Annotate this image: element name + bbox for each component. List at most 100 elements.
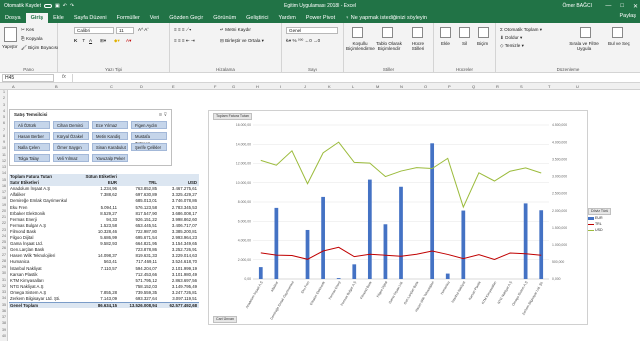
sort-filter-icon[interactable] xyxy=(580,27,591,38)
row-header[interactable]: 24 xyxy=(0,234,8,238)
column-header[interactable]: S xyxy=(520,83,523,90)
tab-6[interactable]: Gözden Geçir xyxy=(164,13,208,23)
column-header[interactable]: R xyxy=(496,83,499,90)
row-header[interactable]: 3 xyxy=(0,103,8,107)
cell-styles-icon[interactable] xyxy=(412,27,423,38)
save-icon[interactable]: ▣ xyxy=(55,3,60,9)
delete-cells-icon[interactable] xyxy=(459,27,470,38)
column-header[interactable]: T xyxy=(548,83,550,90)
row-header[interactable]: 26 xyxy=(0,246,8,250)
column-header[interactable]: K xyxy=(328,83,331,90)
minimize-button[interactable]: — xyxy=(605,3,611,10)
pivot-total-row[interactable]: Genel Toplam 86.634,15 13.526.008,94 62.577… xyxy=(9,302,199,309)
legend-filter-pill[interactable]: Döviz Türü xyxy=(588,208,612,215)
align-left-icon[interactable]: ≡ ≡ ≡ ⇤ ⇥ xyxy=(174,38,195,44)
align-top-icon[interactable]: ≡ ≡ ≡ ⟋▾ xyxy=(174,27,191,32)
find-select-icon[interactable] xyxy=(612,27,623,38)
column-header[interactable]: U xyxy=(576,83,579,90)
row-header[interactable]: 7 xyxy=(0,128,8,132)
tab-1[interactable]: Giriş xyxy=(25,13,49,23)
maximize-button[interactable]: □ xyxy=(620,3,624,10)
slicer-filter-icon[interactable]: ≋ ⊽ xyxy=(159,112,167,118)
format-painter-button[interactable]: 🖌 Biçim Boyacısı xyxy=(21,45,58,51)
tab-11[interactable]: ♀ Ne yapmak istediğinizi söyleyin xyxy=(340,13,432,23)
column-header[interactable]: P xyxy=(448,83,451,90)
row-header[interactable]: 18 xyxy=(0,196,8,200)
currency-icon[interactable]: ₺▾ % ⁰⁰⁰ ←0 →0 xyxy=(286,38,320,44)
share-button[interactable]: Paylaş xyxy=(619,13,636,19)
autosum-button[interactable]: Σ Otomatik Toplam ▾ xyxy=(500,27,542,33)
pivot-chart[interactable]: 0,00 2.000,00 4.000,00 6.000,00 8.000,00 10.0… xyxy=(208,110,612,325)
row-header[interactable]: 34 xyxy=(0,296,8,300)
column-header[interactable]: Q xyxy=(472,83,475,90)
slicer-item[interactable]: Veli Yılmaz xyxy=(53,154,89,162)
tab-8[interactable]: Geliştirici xyxy=(241,13,273,23)
fill-color-icon[interactable]: ◆▾ xyxy=(114,38,120,44)
row-header[interactable]: 32 xyxy=(0,284,8,288)
format-table-button[interactable]: Tablo Olarak Biçimlendir xyxy=(374,41,404,51)
delete-cells-button[interactable]: Sil xyxy=(462,41,467,46)
number-format-select[interactable]: Genel xyxy=(286,27,338,34)
row-header[interactable]: 21 xyxy=(0,215,8,219)
tab-0[interactable]: Dosya xyxy=(0,13,26,23)
column-header[interactable]: E xyxy=(172,83,175,90)
chart-filter-pill[interactable]: Toplam Fatura Tutarı xyxy=(213,113,253,120)
row-header[interactable]: 40 xyxy=(0,334,8,338)
slicer-item[interactable]: Hasan Berber xyxy=(14,132,50,140)
row-header[interactable]: 33 xyxy=(0,290,8,294)
chart-axis-pill[interactable]: Cari Ünvan xyxy=(213,316,237,323)
paste-icon[interactable] xyxy=(4,27,17,42)
row-header[interactable]: 10 xyxy=(0,146,8,150)
format-table-icon[interactable] xyxy=(382,27,393,38)
slicer-item[interactable]: Figen Aydın xyxy=(131,121,167,129)
row-header[interactable]: 20 xyxy=(0,209,8,213)
row-header[interactable]: 36 xyxy=(0,309,8,313)
row-header[interactable]: 14 xyxy=(0,171,8,175)
row-header[interactable]: 12 xyxy=(0,159,8,163)
font-size-select[interactable]: 11 xyxy=(116,27,134,34)
row-header[interactable]: 4 xyxy=(0,109,8,113)
row-header[interactable]: 19 xyxy=(0,203,8,207)
close-button[interactable]: ✕ xyxy=(633,3,638,10)
border-icon[interactable]: ⊞▾ xyxy=(100,38,106,44)
row-header[interactable]: 6 xyxy=(0,121,8,125)
insert-cells-icon[interactable] xyxy=(440,27,451,38)
row-header[interactable]: 37 xyxy=(0,315,8,319)
slicer-item[interactable]: Sinan Karabulut xyxy=(92,143,128,151)
user-name[interactable]: Ömer BAĞCI xyxy=(563,3,592,9)
autosave-label[interactable]: Otomatik Kaydet xyxy=(4,3,41,9)
row-header[interactable]: 30 xyxy=(0,271,8,275)
tab-9[interactable]: Yardım xyxy=(273,13,300,23)
row-header[interactable]: 29 xyxy=(0,265,8,269)
sort-filter-button[interactable]: Sırala ve Filtre Uygula xyxy=(564,41,604,51)
font-color-icon[interactable]: A▾ xyxy=(126,38,131,44)
row-header[interactable]: 39 xyxy=(0,328,8,332)
formula-input[interactable] xyxy=(72,74,636,82)
italic-button[interactable]: T xyxy=(82,38,85,43)
slicer-item[interactable]: Mustafa Tütüncü xyxy=(131,132,167,146)
merge-center-button[interactable]: ⊟ Birleştir ve Ortala ▾ xyxy=(220,38,264,44)
row-header[interactable]: 31 xyxy=(0,278,8,282)
redo-icon[interactable]: ↷ xyxy=(70,3,74,9)
conditional-format-icon[interactable] xyxy=(352,27,363,38)
tab-3[interactable]: Sayfa Düzeni xyxy=(69,13,112,23)
wrap-text-button[interactable]: ↵ Metni Kaydır xyxy=(220,27,251,33)
row-header[interactable]: 2 xyxy=(0,96,8,100)
column-header[interactable]: N xyxy=(400,83,403,90)
fx-label[interactable]: fx xyxy=(62,74,66,80)
tab-7[interactable]: Görünüm xyxy=(208,13,241,23)
cut-button[interactable]: ✂ Kes xyxy=(21,27,34,33)
bold-button[interactable]: K xyxy=(74,38,77,43)
row-header[interactable]: 9 xyxy=(0,140,8,144)
column-header[interactable]: J xyxy=(304,83,306,90)
row-header[interactable]: 5 xyxy=(0,115,8,119)
row-header[interactable]: 27 xyxy=(0,253,8,257)
paste-button[interactable]: Yapıştır xyxy=(2,44,18,49)
format-cells-button[interactable]: Biçim xyxy=(477,41,488,46)
row-header[interactable]: 17 xyxy=(0,190,8,194)
cell-styles-button[interactable]: Hücre Stilleri xyxy=(406,41,430,51)
column-header[interactable]: F xyxy=(214,83,216,90)
slicer[interactable]: Satış Temsilcisi ≋ ⊽ Ali Öztürk Cihan Dem… xyxy=(9,109,172,166)
row-header[interactable]: 11 xyxy=(0,153,8,157)
slicer-item[interactable]: Yavuzalp Peker xyxy=(92,154,128,162)
